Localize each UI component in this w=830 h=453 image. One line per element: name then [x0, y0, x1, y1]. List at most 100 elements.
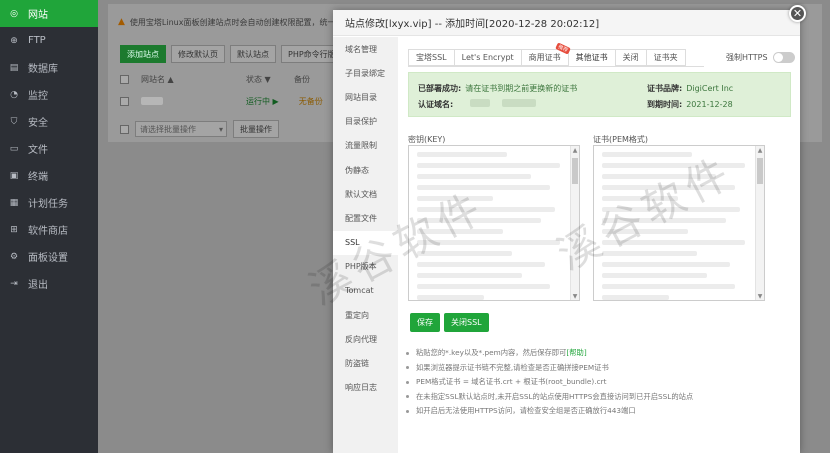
notice-tip: ▲ 使用宝塔Linux面板创建站点时会自动创建权限配置，统一使用: [118, 12, 358, 32]
sidebar-item-10[interactable]: ⇥ 退出: [0, 270, 98, 297]
menu-item-1[interactable]: 子目录绑定: [333, 61, 398, 85]
bullet-icon: [406, 395, 409, 399]
batch-button[interactable]: 批量操作: [233, 120, 279, 138]
sidebar-item-label: FTP: [28, 35, 46, 46]
tab-4[interactable]: 关闭: [614, 49, 647, 66]
key-scrollbar[interactable]: ▲ ▼: [570, 146, 579, 300]
select-all-checkbox[interactable]: [120, 74, 129, 84]
menu-item-9[interactable]: PHP版本: [333, 255, 398, 279]
table-row: 运行中 ▶ 无备份: [120, 92, 340, 110]
blurred-line: [417, 218, 541, 223]
domain-blurred: [469, 99, 490, 107]
blurred-line: [417, 207, 555, 212]
pem-textarea[interactable]: ▲ ▼: [593, 145, 765, 301]
ftp-icon: ⊕: [10, 35, 18, 46]
help-link[interactable]: [帮助]: [566, 348, 586, 358]
bullet-icon: [406, 380, 409, 384]
force-https-switch[interactable]: [772, 52, 795, 63]
blurred-line: [602, 262, 731, 267]
blurred-line: [417, 196, 493, 201]
tab-3[interactable]: 其他证书: [567, 49, 616, 66]
sidebar-item-8[interactable]: ⊞ 软件商店: [0, 216, 98, 243]
footer-checkbox[interactable]: [120, 124, 129, 134]
menu-item-11[interactable]: 重定向: [333, 303, 398, 327]
blurred-line: [602, 196, 678, 201]
toolbar-button-2[interactable]: 默认站点: [230, 45, 276, 63]
sidebar-item-4[interactable]: ⛉ 安全: [0, 108, 98, 135]
col-backup: 备份: [294, 74, 310, 84]
save-button[interactable]: 保存: [410, 313, 440, 332]
pem-scrollbar[interactable]: ▲ ▼: [755, 146, 764, 300]
table-header: 网站名 ▲ 状态 ▼ 备份: [120, 70, 340, 88]
sidebar-item-2[interactable]: ▤ 数据库: [0, 54, 98, 81]
sidebar-item-0[interactable]: ◎ 网站: [0, 0, 98, 27]
blurred-line: [602, 284, 735, 289]
blurred-line: [417, 163, 560, 168]
bullet-icon: [406, 351, 409, 355]
sidebar-item-6[interactable]: ▣ 终端: [0, 162, 98, 189]
cert-expire: 到期时间: 2021-12-28: [647, 100, 733, 109]
force-https-toggle[interactable]: 强制HTTPS: [726, 52, 795, 63]
sidebar-item-label: 终端: [28, 172, 48, 183]
globe-icon: ◎: [10, 8, 18, 19]
cert-domain: 认证域名:: [418, 99, 537, 110]
menu-item-2[interactable]: 网站目录: [333, 85, 398, 109]
domain-blurred-2: [502, 99, 537, 107]
backup-status[interactable]: 无备份: [299, 96, 323, 107]
row-checkbox[interactable]: [120, 96, 129, 106]
menu-item-5[interactable]: 伪静态: [333, 158, 398, 182]
blurred-line: [417, 152, 508, 157]
bullet-icon: [406, 409, 409, 413]
blurred-line: [602, 229, 688, 234]
sidebar-item-label: 计划任务: [28, 199, 68, 210]
blurred-line: [602, 295, 669, 300]
sidebar-item-label: 软件商店: [28, 226, 68, 237]
blurred-line: [417, 262, 546, 267]
blurred-line: [602, 185, 735, 190]
tab-2[interactable]: 商用证书 推荐: [520, 42, 571, 66]
blurred-line: [417, 174, 531, 179]
tab-5[interactable]: 证书夹: [645, 49, 686, 66]
menu-item-12[interactable]: 反向代理: [333, 327, 398, 351]
logout-icon: ⇥: [10, 278, 18, 289]
menu-item-6[interactable]: 默认文档: [333, 182, 398, 206]
site-settings-modal: 站点修改[lxyx.vip] -- 添加时间[2020-12-28 20:02:…: [333, 10, 800, 453]
batch-select[interactable]: 请选择批量操作 ▾: [135, 121, 227, 137]
blurred-line: [417, 240, 560, 245]
deployed-status: 已部署成功: 请在证书到期之前更换新的证书: [418, 84, 578, 93]
menu-item-7[interactable]: 配置文件: [333, 206, 398, 230]
tab-1[interactable]: Let's Encrypt: [453, 49, 522, 66]
menu-item-8[interactable]: SSL: [333, 230, 398, 255]
menu-item-3[interactable]: 目录保护: [333, 110, 398, 134]
site-name-blurred[interactable]: [141, 97, 163, 105]
apps-icon: ⊞: [10, 224, 18, 235]
tab-0[interactable]: 宝塔SSL: [408, 49, 455, 66]
sidebar-item-3[interactable]: ◔ 监控: [0, 81, 98, 108]
menu-item-4[interactable]: 流量限制: [333, 134, 398, 158]
ssl-tabs: 宝塔SSL Let's Encrypt 商用证书 推荐 其他证书 关闭 证书夹: [408, 42, 686, 66]
sidebar-item-7[interactable]: ▦ 计划任务: [0, 189, 98, 216]
menu-item-14[interactable]: 响应日志: [333, 376, 398, 400]
status-running[interactable]: 运行中 ▶: [246, 96, 279, 107]
tip-item: 在未指定SSL默认站点时,未开启SSL的站点使用HTTPS会直接访问到已开启SS…: [406, 390, 786, 405]
toolbar-button-1[interactable]: 修改默认页: [171, 45, 225, 63]
tabs-divider: [408, 66, 704, 67]
sidebar-item-5[interactable]: ▭ 文件: [0, 135, 98, 162]
chevron-down-icon: ▾: [218, 124, 223, 134]
close-ssl-button[interactable]: 关闭SSL: [444, 313, 489, 332]
tip-item: PEM格式证书 = 域名证书.crt + 根证书(root_bundle).cr…: [406, 375, 786, 390]
blurred-line: [602, 152, 693, 157]
col-site-name[interactable]: 网站名 ▲: [141, 74, 246, 85]
ssl-content: 宝塔SSL Let's Encrypt 商用证书 推荐 其他证书 关闭 证书夹 强制HTTP…: [398, 37, 800, 453]
menu-item-13[interactable]: 防盗链: [333, 351, 398, 375]
key-textarea[interactable]: ▲ ▼: [408, 145, 580, 301]
menu-item-10[interactable]: Tomcat: [333, 279, 398, 303]
col-status[interactable]: 状态 ▼: [246, 74, 294, 85]
sidebar-item-1[interactable]: ⊕ FTP: [0, 27, 98, 54]
close-icon[interactable]: ✕: [789, 5, 806, 22]
sidebar-item-label: 监控: [28, 91, 48, 102]
sidebar-item-9[interactable]: ⚙ 面板设置: [0, 243, 98, 270]
monitor-icon: ◔: [10, 89, 18, 100]
toolbar-button-0[interactable]: 添加站点: [120, 45, 166, 63]
menu-item-0[interactable]: 域名管理: [333, 37, 398, 61]
